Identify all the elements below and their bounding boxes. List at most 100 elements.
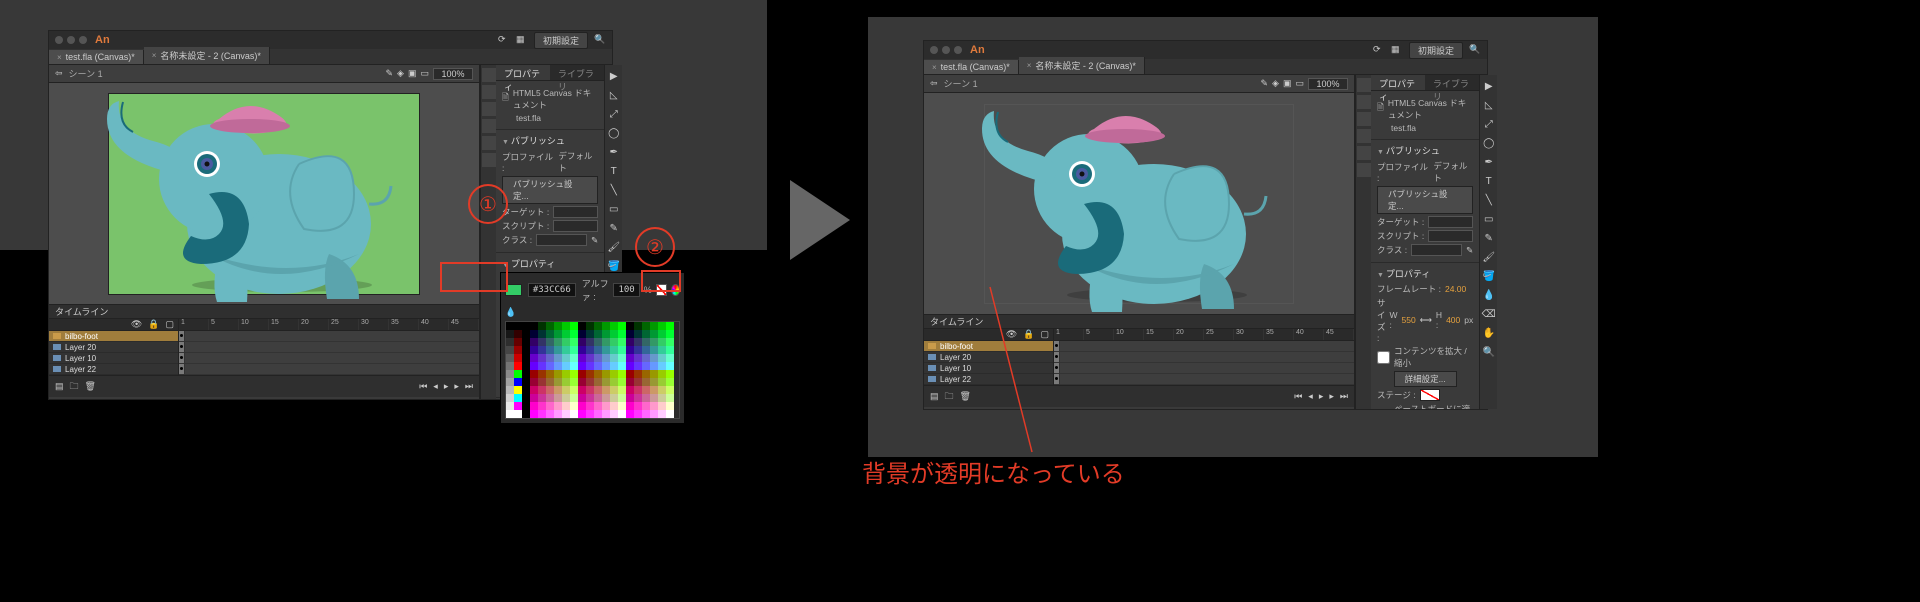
lasso-tool-icon[interactable]: ◯ — [607, 126, 621, 140]
zoom-tool-icon[interactable]: 🔍 — [1482, 345, 1496, 359]
hand-tool-icon[interactable]: ✋ — [1482, 326, 1496, 340]
play-icon[interactable]: ▸ — [444, 381, 449, 392]
class-field[interactable] — [1411, 244, 1462, 256]
link-icon[interactable]: ⟷ — [1420, 315, 1432, 326]
doc-tab-2[interactable]: ×名称未設定 - 2 (Canvas)* — [144, 47, 270, 64]
tab-library[interactable]: ライブラリ — [1425, 75, 1479, 90]
new-layer-icon[interactable]: ▤ — [55, 381, 64, 392]
tab-properties[interactable]: プロパティ — [1371, 75, 1425, 90]
alpha-field[interactable]: 100 — [613, 283, 639, 297]
brush-tool-icon[interactable]: 🖌 — [1482, 250, 1496, 264]
tab-library[interactable]: ライブラリ — [550, 65, 604, 80]
panel-dock[interactable] — [1355, 75, 1371, 409]
step-back-icon[interactable]: ◂ — [433, 381, 438, 392]
sync-icon[interactable]: ⟳ — [1373, 44, 1385, 56]
step-back-icon[interactable]: ◂ — [1308, 391, 1313, 402]
zoom-field[interactable]: 100% — [1308, 78, 1348, 90]
rewind-icon[interactable]: ⏮ — [1294, 391, 1302, 402]
canvas-area[interactable] — [49, 83, 479, 304]
play-icon[interactable]: ▸ — [1319, 391, 1324, 402]
line-tool-icon[interactable]: ╲ — [607, 183, 621, 197]
step-fwd-icon[interactable]: ▸ — [454, 381, 459, 392]
close-icon[interactable]: × — [57, 53, 62, 62]
close-icon[interactable]: × — [152, 51, 157, 60]
sync-icon[interactable]: ⟳ — [498, 34, 510, 46]
step-fwd-icon[interactable]: ▸ — [1329, 391, 1334, 402]
height-value[interactable]: 400 — [1446, 315, 1460, 325]
pen-tool-icon[interactable]: ✒ — [1482, 155, 1496, 169]
lock-icon[interactable]: 🔒 — [1023, 329, 1034, 340]
content-scale-checkbox[interactable] — [1377, 351, 1390, 364]
traffic-lights[interactable] — [55, 36, 87, 44]
brush-tool-icon[interactable]: 🖌 — [607, 240, 621, 254]
new-layer-icon[interactable]: ▤ — [930, 391, 939, 402]
script-field[interactable] — [553, 220, 598, 232]
edit-scene-icon[interactable]: ✎ — [386, 68, 394, 79]
end-icon[interactable]: ⏭ — [1340, 391, 1348, 402]
delete-layer-icon[interactable]: 🗑 — [960, 391, 971, 402]
scene-back-icon[interactable]: ⇦ — [930, 78, 938, 89]
pencil-tool-icon[interactable]: ✎ — [1482, 231, 1496, 245]
visibility-icon[interactable]: 👁 — [131, 319, 142, 330]
lock-icon[interactable]: 🔒 — [148, 319, 159, 330]
class-field[interactable] — [536, 234, 587, 246]
rect-tool-icon[interactable]: ▭ — [1482, 212, 1496, 226]
hex-field[interactable]: #33CC66 — [528, 283, 576, 297]
end-icon[interactable]: ⏭ — [465, 381, 473, 392]
pencil-tool-icon[interactable]: ✎ — [607, 221, 621, 235]
fps-value[interactable]: 24.00 — [1445, 284, 1466, 294]
publish-header[interactable]: パブリッシュ — [502, 134, 598, 147]
search-icon[interactable]: 🔍 — [1469, 44, 1481, 56]
layer-row[interactable]: Layer 20 — [49, 342, 178, 353]
publish-settings-button[interactable]: パブリッシュ設定... — [502, 176, 598, 204]
eraser-tool-icon[interactable]: ⌫ — [1482, 307, 1496, 321]
layer-row[interactable]: bilbo-foot — [49, 331, 178, 342]
selection-tool-icon[interactable]: ▶ — [607, 69, 621, 83]
layer-row[interactable]: Layer 22 — [49, 364, 178, 375]
bucket-tool-icon[interactable]: 🪣 — [607, 259, 621, 273]
target-field[interactable] — [553, 206, 598, 218]
outline-icon[interactable]: ▢ — [1040, 329, 1049, 340]
props-header[interactable]: プロパティ — [1377, 267, 1473, 280]
layout-icon[interactable]: ▦ — [1391, 44, 1403, 56]
selection-tool-icon[interactable]: ▶ — [1482, 79, 1496, 93]
layer-row[interactable]: Layer 10 — [49, 353, 178, 364]
clip-icon[interactable]: ▣ — [408, 68, 417, 79]
rewind-icon[interactable]: ⏮ — [419, 381, 427, 392]
symbol-icon[interactable]: ◈ — [397, 68, 404, 79]
close-icon[interactable]: × — [1027, 61, 1032, 70]
canvas-area[interactable] — [924, 93, 1354, 314]
props-header[interactable]: プロパティ — [502, 257, 598, 270]
doc-tab-1[interactable]: ×test.fla (Canvas)* — [49, 50, 144, 64]
subselect-tool-icon[interactable]: ◺ — [607, 88, 621, 102]
advanced-settings-button[interactable]: 詳細設定... — [1394, 371, 1457, 387]
stage[interactable] — [109, 94, 419, 294]
search-icon[interactable]: 🔍 — [594, 34, 606, 46]
layer-row[interactable]: bilbo-foot — [924, 341, 1053, 352]
lasso-tool-icon[interactable]: ◯ — [1482, 136, 1496, 150]
new-folder-icon[interactable]: 🗀 — [70, 379, 79, 395]
traffic-lights[interactable] — [930, 46, 962, 54]
line-tool-icon[interactable]: ╲ — [1482, 193, 1496, 207]
text-tool-icon[interactable]: T — [1482, 174, 1496, 188]
subselect-tool-icon[interactable]: ◺ — [1482, 98, 1496, 112]
bucket-tool-icon[interactable]: 🪣 — [1482, 269, 1496, 283]
width-value[interactable]: 550 — [1402, 315, 1416, 325]
close-icon[interactable]: × — [932, 63, 937, 72]
edit-icon[interactable]: ✎ — [591, 235, 598, 246]
transform-tool-icon[interactable]: ⤢ — [1482, 117, 1496, 131]
publish-header[interactable]: パブリッシュ — [1377, 144, 1473, 157]
layer-row[interactable]: Layer 20 — [924, 352, 1053, 363]
pen-tool-icon[interactable]: ✒ — [607, 145, 621, 159]
new-folder-icon[interactable]: 🗀 — [945, 389, 954, 405]
eyedropper-icon[interactable]: 💧 — [505, 307, 516, 318]
view-icon[interactable]: ▭ — [420, 68, 429, 79]
clip-icon[interactable]: ▣ — [1283, 78, 1292, 89]
text-tool-icon[interactable]: T — [607, 164, 621, 178]
workspace-preset-button[interactable]: 初期設定 — [1409, 42, 1463, 59]
edit-icon[interactable]: ✎ — [1466, 245, 1473, 256]
layer-row[interactable]: Layer 10 — [924, 363, 1053, 374]
layout-icon[interactable]: ▦ — [516, 34, 528, 46]
transform-tool-icon[interactable]: ⤢ — [607, 107, 621, 121]
eyedropper-tool-icon[interactable]: 💧 — [1482, 288, 1496, 302]
